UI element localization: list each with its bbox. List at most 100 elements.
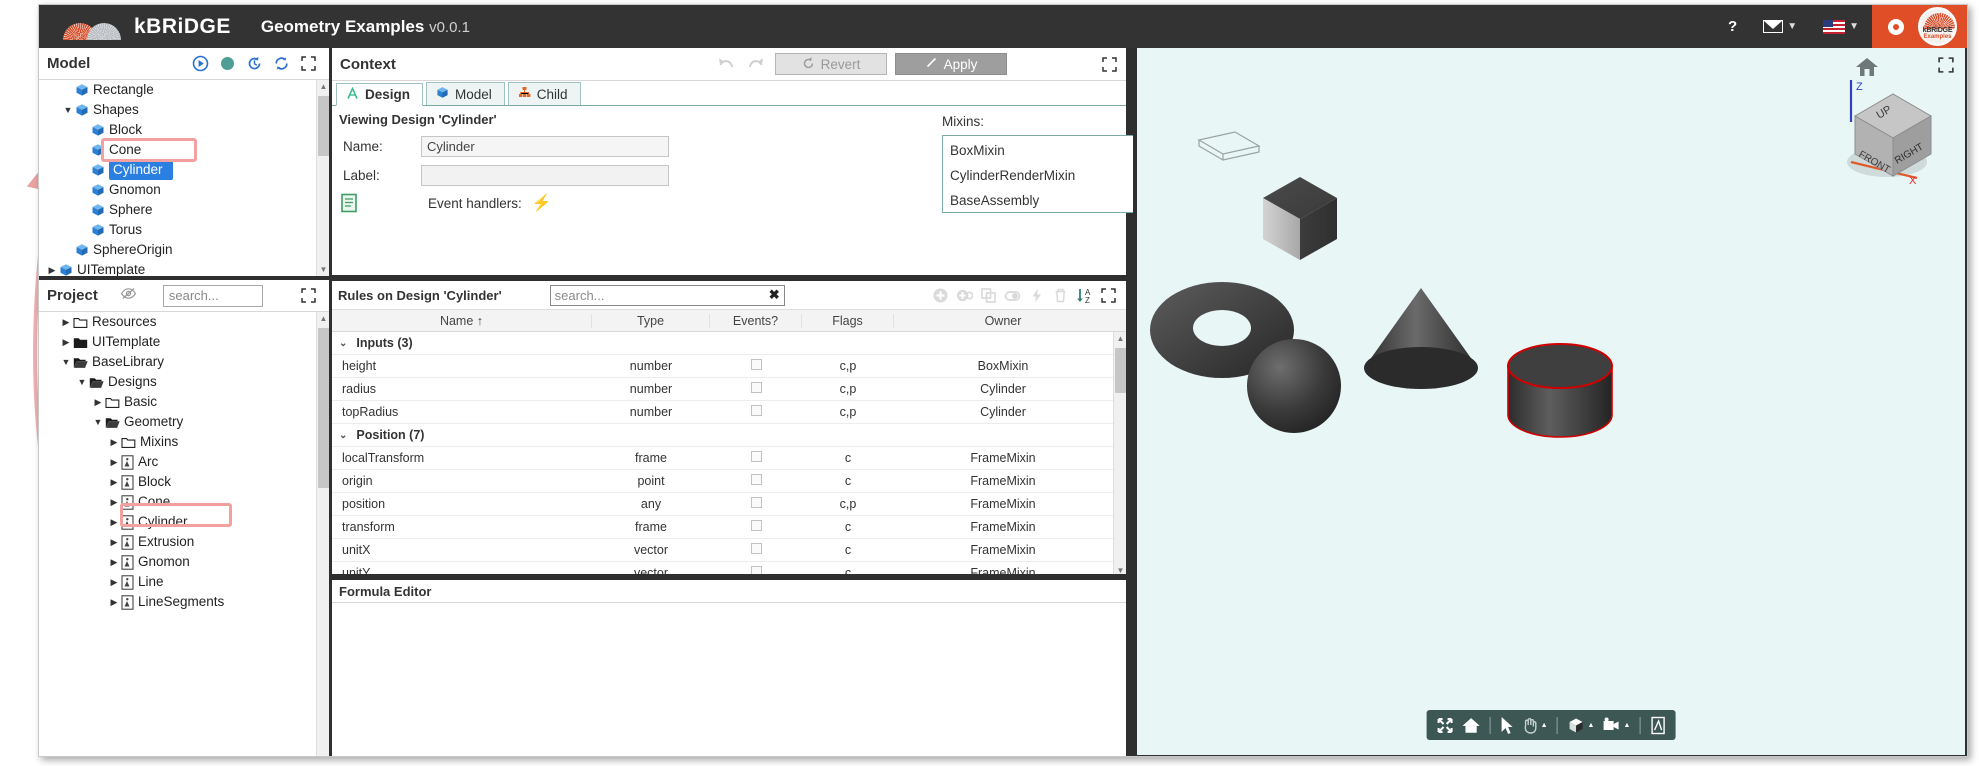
twisty-right-icon[interactable]: ▶: [107, 517, 121, 528]
column-header-type[interactable]: Type: [592, 313, 710, 328]
tab-design[interactable]: Design: [336, 83, 424, 106]
cell-events[interactable]: [710, 497, 802, 511]
twisty-down-icon[interactable]: ▼: [75, 377, 89, 387]
twisty-down-icon[interactable]: ▼: [59, 357, 73, 367]
avatar[interactable]: kBRiDGE Examples: [1918, 7, 1957, 46]
twisty-right-icon[interactable]: ▶: [59, 337, 73, 348]
eye-slash-icon[interactable]: [120, 287, 137, 304]
rules-table[interactable]: ⌄ Inputs (3) height number c,p BoxMixin radius…: [332, 332, 1126, 577]
tree-item-gnomon[interactable]: ▶ Gnomon: [39, 552, 329, 572]
redo-icon[interactable]: [745, 53, 767, 75]
lightning-bolt-icon[interactable]: ⚡: [532, 193, 552, 213]
scroll-up-arrow[interactable]: ▲: [317, 312, 329, 325]
tree-item-arc[interactable]: ▶ Arc: [39, 452, 329, 472]
column-header-flags[interactable]: Flags: [802, 313, 894, 328]
twisty-right-icon[interactable]: ▶: [107, 457, 121, 468]
scroll-thumb[interactable]: [318, 328, 329, 488]
twisty-down-icon[interactable]: ▼: [91, 417, 105, 427]
tree-item-linesegments[interactable]: ▶ LineSegments: [39, 592, 329, 612]
events-checkbox[interactable]: [750, 359, 762, 370]
cell-events[interactable]: [710, 382, 802, 396]
twisty-right-icon[interactable]: ▶: [91, 397, 105, 408]
rules-group-header[interactable]: ⌄ Position (7): [332, 424, 1126, 447]
viewport-toolbar[interactable]: ▲ ▲ ▲: [1426, 710, 1676, 740]
events-checkbox[interactable]: [750, 497, 762, 508]
table-row[interactable]: origin point c FrameMixin: [332, 470, 1126, 493]
brand-logo[interactable]: kBRiDGE: [63, 14, 231, 40]
fit-view-icon[interactable]: [1436, 716, 1455, 735]
green-document-icon[interactable]: [340, 193, 358, 213]
expand-icon[interactable]: [300, 55, 317, 72]
twisty-right-icon[interactable]: ▶: [107, 597, 121, 608]
tree-item-extrusion[interactable]: ▶ Extrusion: [39, 532, 329, 552]
column-header-owner[interactable]: Owner: [894, 314, 1112, 328]
twisty-right-icon[interactable]: ▶: [59, 317, 73, 328]
apply-button[interactable]: Apply: [895, 53, 1007, 75]
scroll-up-arrow[interactable]: ▲: [317, 80, 329, 93]
twisty-right-icon[interactable]: ▶: [107, 577, 121, 588]
tree-item-gnomon[interactable]: Gnomon: [39, 180, 329, 200]
cell-events[interactable]: [710, 520, 802, 534]
tab-model[interactable]: Model: [426, 82, 505, 105]
table-row[interactable]: localTransform frame c FrameMixin: [332, 447, 1126, 470]
events-checkbox[interactable]: [750, 474, 762, 485]
project-search-input[interactable]: search...: [162, 284, 263, 307]
camera-icon[interactable]: ▲: [1601, 716, 1630, 735]
tree-item-geometry[interactable]: ▼ Geometry: [39, 412, 329, 432]
rules-group-header[interactable]: ⌄ Inputs (3): [332, 332, 1126, 355]
tree-item-shapes[interactable]: ▼ Shapes: [39, 100, 329, 120]
scroll-thumb[interactable]: [1115, 348, 1126, 393]
view-cube[interactable]: Z X UP FRONT RIGHT: [1831, 76, 1949, 191]
events-checkbox[interactable]: [750, 451, 762, 462]
undo-icon[interactable]: [715, 53, 737, 75]
project-tree-scrollbar[interactable]: ▲: [316, 312, 329, 756]
locale-flag-icon[interactable]: ▼: [1810, 5, 1872, 48]
twisty-right-icon[interactable]: ▶: [107, 537, 121, 548]
tree-item-torus[interactable]: Torus: [39, 220, 329, 240]
status-dot-icon[interactable]: [219, 55, 236, 72]
twisty-down-icon[interactable]: ▼: [61, 105, 75, 115]
table-row[interactable]: transform frame c FrameMixin: [332, 516, 1126, 539]
events-checkbox[interactable]: [750, 566, 762, 574]
scroll-down-arrow[interactable]: ▼: [317, 263, 329, 276]
home-icon[interactable]: [1462, 716, 1481, 734]
tab-child[interactable]: Child: [507, 82, 581, 105]
table-row[interactable]: position any c,p FrameMixin: [332, 493, 1126, 516]
pan-hand-icon[interactable]: ▲: [1522, 716, 1548, 734]
tree-item-cone[interactable]: ▶ Cone: [39, 492, 329, 512]
column-header-name[interactable]: Name ↑: [332, 313, 592, 328]
twisty-right-icon[interactable]: ▶: [107, 437, 121, 448]
label-input[interactable]: [421, 165, 669, 186]
twisty-right-icon[interactable]: ▶: [107, 557, 121, 568]
revert-button[interactable]: Revert: [775, 53, 887, 75]
rules-search-input[interactable]: search... ✖: [549, 284, 785, 306]
cell-events[interactable]: [710, 566, 802, 574]
project-tree-cylinder[interactable]: ▶ Cylinder: [39, 512, 329, 532]
project-tree[interactable]: ▶ Resources ▶ UITemplate ▼ BaseLibrary ▼ Design…: [39, 312, 329, 756]
events-checkbox[interactable]: [750, 382, 762, 393]
twisty-right-icon[interactable]: ▶: [45, 265, 59, 276]
sort-az-icon[interactable]: AZ: [1076, 287, 1093, 304]
twisty-right-icon[interactable]: ▶: [107, 497, 121, 508]
tree-item-designs[interactable]: ▼ Designs: [39, 372, 329, 392]
chevron-down-icon[interactable]: ⌄: [339, 338, 347, 349]
cell-events[interactable]: [710, 543, 802, 557]
events-checkbox[interactable]: [750, 405, 762, 416]
refresh-icon[interactable]: [273, 55, 290, 72]
twisty-right-icon[interactable]: ▶: [107, 477, 121, 488]
play-icon[interactable]: [192, 55, 209, 72]
gear-icon[interactable]: [1888, 18, 1904, 35]
table-row[interactable]: radius number c,p Cylinder: [332, 378, 1126, 401]
tree-item-basic[interactable]: ▶ Basic: [39, 392, 329, 412]
tree-item-resources[interactable]: ▶ Resources: [39, 312, 329, 332]
expand-icon[interactable]: [300, 287, 317, 304]
column-header-evt[interactable]: Events?: [710, 313, 802, 328]
cell-events[interactable]: [710, 359, 802, 373]
3d-viewport[interactable]: Z X UP FRONT RIGHT ▲ ▲ ▲: [1137, 48, 1965, 755]
tree-item-cone[interactable]: Cone: [39, 140, 329, 160]
tree-item-baselibrary[interactable]: ▼ BaseLibrary: [39, 352, 329, 372]
tree-item-block[interactable]: ▶ Block: [39, 472, 329, 492]
clear-x-icon[interactable]: ✖: [769, 287, 780, 303]
name-input[interactable]: Cylinder: [421, 136, 669, 157]
tree-item-sphere[interactable]: Sphere: [39, 200, 329, 220]
